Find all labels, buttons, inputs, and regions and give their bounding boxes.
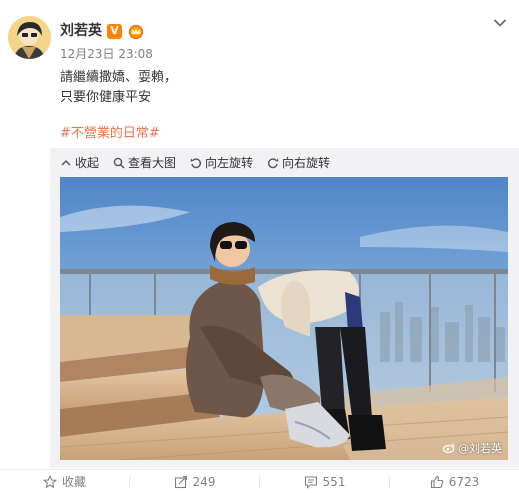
verified-v-icon[interactable]: V [107, 23, 122, 39]
favorite-button[interactable]: 收藏 [0, 470, 129, 493]
weibo-logo-icon [443, 443, 455, 453]
star-icon [42, 474, 57, 488]
thumbs-up-icon [430, 475, 443, 488]
magnifier-icon [113, 157, 125, 169]
like-button[interactable]: 6723 [390, 470, 519, 493]
post-photo[interactable]: @刘若英 [60, 177, 508, 460]
collapse-arrow-icon [61, 159, 71, 166]
view-large-label: 查看大图 [128, 156, 177, 170]
rotate-right-button[interactable]: 向右旋转 [267, 155, 330, 171]
comment-icon [304, 475, 317, 489]
hashtag-link[interactable]: #不營業的日常# [60, 125, 160, 143]
weibo-post-card: 刘若英 V 12月23日 23:08 請繼續撒嬌、耍賴， 只要你健康平安 #不營… [0, 0, 519, 493]
photo-watermark: @刘若英 [443, 440, 502, 456]
repost-button[interactable]: 249 [130, 470, 259, 493]
view-large-button[interactable]: 查看大图 [113, 155, 176, 171]
post-text: 請繼續撒嬌、耍賴， 只要你健康平安 [60, 70, 178, 105]
rotate-left-button[interactable]: 向左旋转 [190, 155, 253, 171]
repost-icon [174, 475, 187, 488]
like-count: 6723 [448, 474, 480, 489]
comment-button[interactable]: 551 [260, 470, 389, 493]
rotate-right-icon [268, 158, 279, 169]
collapse-button[interactable]: 收起 [60, 155, 99, 171]
post-timestamp[interactable]: 12月23日 23:08 [60, 47, 153, 61]
user-name-row: 刘若英 V [60, 22, 145, 40]
rotate-left-icon [190, 158, 202, 169]
comment-count: 551 [322, 474, 346, 489]
watermark-text: @刘若英 [458, 442, 502, 455]
user-name[interactable]: 刘若英 [60, 22, 102, 40]
photo-illustration [60, 177, 508, 460]
user-avatar[interactable] [8, 16, 51, 59]
post-action-bar: 收藏 249 551 6723 [0, 469, 519, 493]
repost-count: 249 [192, 474, 216, 489]
favorite-label: 收藏 [61, 474, 86, 489]
chevron-down-icon[interactable] [493, 18, 507, 28]
rotate-left-label: 向左旋转 [205, 156, 254, 170]
collapse-label: 收起 [75, 156, 100, 170]
media-toolbar: 收起 查看大图 向左旋转 向右旋转 [60, 155, 330, 171]
rotate-right-label: 向右旋转 [282, 156, 331, 170]
member-crown-icon[interactable] [127, 24, 145, 39]
